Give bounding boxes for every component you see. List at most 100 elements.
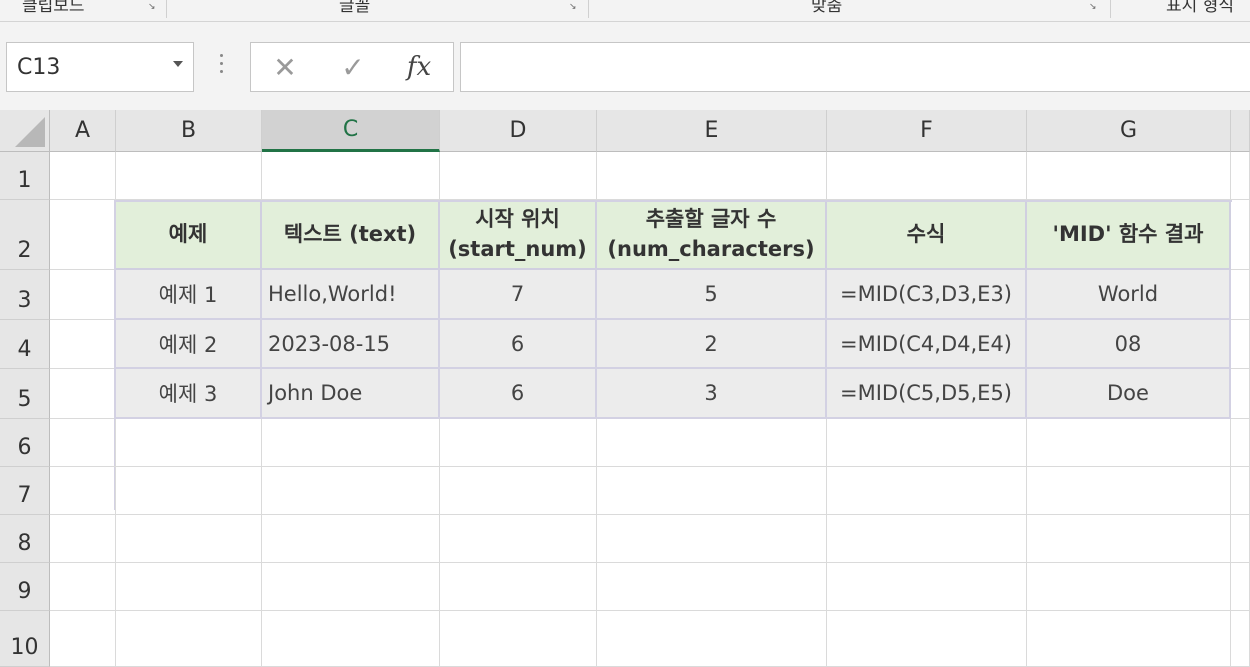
table-cell[interactable]: Doe (1027, 369, 1231, 419)
table-header-cell[interactable]: 텍스트 (text) (262, 200, 440, 270)
cell[interactable] (440, 611, 597, 667)
table-cell[interactable]: 5 (597, 270, 827, 320)
table-cell[interactable]: =MID(C4,D4,E4) (827, 320, 1027, 369)
table-header-cell[interactable]: 'MID' 함수 결과 (1027, 200, 1231, 270)
row-header-10[interactable]: 10 (0, 611, 50, 667)
row-header-5[interactable]: 5 (0, 369, 50, 419)
insert-function-icon[interactable]: fx (389, 43, 449, 91)
table-cell[interactable]: 3 (597, 369, 827, 419)
dialog-launcher-icon[interactable]: ↘ (569, 2, 579, 12)
cell[interactable] (1231, 515, 1250, 563)
table-cell[interactable]: 예제 3 (116, 369, 262, 419)
column-header-a[interactable]: A (50, 110, 116, 152)
cell[interactable] (440, 152, 597, 200)
row-header-8[interactable]: 8 (0, 515, 50, 563)
cell[interactable] (50, 320, 116, 369)
cell[interactable] (597, 467, 827, 515)
cell[interactable] (440, 515, 597, 563)
table-cell[interactable]: 6 (440, 369, 597, 419)
cell[interactable] (1027, 419, 1231, 467)
cell[interactable] (1027, 611, 1231, 667)
table-header-cell[interactable]: 예제 (116, 200, 262, 270)
cell[interactable] (50, 611, 116, 667)
column-header-g[interactable]: G (1027, 110, 1231, 152)
column-header-b[interactable]: B (116, 110, 262, 152)
dialog-launcher-icon[interactable]: ↘ (148, 2, 158, 12)
cell[interactable] (116, 152, 262, 200)
cell[interactable] (262, 563, 440, 611)
row-header-7[interactable]: 7 (0, 467, 50, 515)
table-cell[interactable]: John Doe (262, 369, 440, 419)
cell[interactable] (1231, 320, 1250, 369)
name-box[interactable]: C13 (6, 42, 194, 92)
table-cell[interactable]: World (1027, 270, 1231, 320)
table-cell[interactable]: =MID(C3,D3,E3) (827, 270, 1027, 320)
chevron-down-icon[interactable] (173, 61, 183, 67)
cell[interactable] (262, 419, 440, 467)
cell[interactable] (440, 419, 597, 467)
table-cell[interactable]: 예제 2 (116, 320, 262, 369)
row-header-6[interactable]: 6 (0, 419, 50, 467)
table-cell[interactable]: 2023-08-15 (262, 320, 440, 369)
cell[interactable] (827, 419, 1027, 467)
formula-bar-resize-handle[interactable] (220, 54, 224, 78)
row-header-3[interactable]: 3 (0, 270, 50, 320)
cell[interactable] (1027, 152, 1231, 200)
cell[interactable] (50, 369, 116, 419)
cell[interactable] (262, 611, 440, 667)
cell[interactable] (50, 152, 116, 200)
column-header-c[interactable]: C (262, 110, 440, 152)
table-cell[interactable]: =MID(C5,D5,E5) (827, 369, 1027, 419)
table-cell[interactable]: 예제 1 (116, 270, 262, 320)
row-header-9[interactable]: 9 (0, 563, 50, 611)
cell[interactable] (597, 515, 827, 563)
cell[interactable] (50, 467, 116, 515)
table-cell[interactable]: 2 (597, 320, 827, 369)
cell[interactable] (1231, 152, 1250, 200)
cell[interactable] (262, 467, 440, 515)
row-header-2[interactable]: 2 (0, 200, 50, 270)
cell[interactable] (50, 515, 116, 563)
cell[interactable] (116, 419, 262, 467)
cell[interactable] (1231, 467, 1250, 515)
cell[interactable] (116, 515, 262, 563)
cell[interactable] (827, 467, 1027, 515)
cell[interactable] (597, 611, 827, 667)
cell[interactable] (50, 200, 116, 270)
cell[interactable] (827, 152, 1027, 200)
table-header-cell[interactable]: 시작 위치 (start_num) (440, 200, 597, 270)
cell[interactable] (1027, 467, 1231, 515)
table-header-cell[interactable]: 수식 (827, 200, 1027, 270)
column-header-e[interactable]: E (597, 110, 827, 152)
cell[interactable] (50, 419, 116, 467)
cell[interactable] (262, 152, 440, 200)
cell[interactable] (827, 611, 1027, 667)
cell[interactable] (1027, 515, 1231, 563)
table-cell[interactable]: 7 (440, 270, 597, 320)
cell[interactable] (440, 467, 597, 515)
table-cell[interactable]: 08 (1027, 320, 1231, 369)
cell[interactable] (1231, 200, 1250, 270)
cell[interactable] (1231, 611, 1250, 667)
cell[interactable] (1027, 563, 1231, 611)
cell[interactable] (1231, 270, 1250, 320)
cell[interactable] (116, 611, 262, 667)
table-cell[interactable]: Hello,World! (262, 270, 440, 320)
table-header-cell[interactable]: 추출할 글자 수 (num_characters) (597, 200, 827, 270)
row-header-4[interactable]: 4 (0, 320, 50, 369)
dialog-launcher-icon[interactable]: ↘ (1089, 2, 1099, 12)
cell[interactable] (827, 563, 1027, 611)
enter-check-icon[interactable]: ✓ (323, 43, 383, 91)
select-all-button[interactable] (0, 110, 50, 152)
cell[interactable] (597, 563, 827, 611)
cell[interactable] (827, 515, 1027, 563)
formula-input[interactable] (460, 42, 1250, 92)
cell[interactable] (1231, 369, 1250, 419)
cell[interactable] (1231, 419, 1250, 467)
cell[interactable] (50, 270, 116, 320)
cell[interactable] (116, 563, 262, 611)
cell[interactable] (116, 467, 262, 515)
column-header-f[interactable]: F (827, 110, 1027, 152)
cell[interactable] (262, 515, 440, 563)
cell[interactable] (50, 563, 116, 611)
